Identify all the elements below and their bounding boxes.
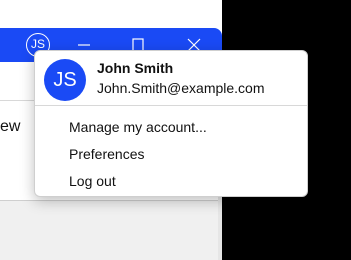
- account-menu-popup: JS John Smith John.Smith@example.com Man…: [34, 50, 308, 197]
- menu-divider: [35, 105, 307, 106]
- user-name: John Smith: [97, 60, 174, 76]
- preferences-menu-item[interactable]: Preferences: [35, 141, 307, 167]
- user-avatar: JS: [44, 59, 86, 101]
- content-text: ew: [0, 118, 21, 135]
- manage-account-menu-item[interactable]: Manage my account...: [35, 114, 307, 140]
- log-out-menu-item[interactable]: Log out: [35, 168, 307, 194]
- content-panel: [0, 201, 218, 260]
- user-email: John.Smith@example.com: [97, 80, 265, 96]
